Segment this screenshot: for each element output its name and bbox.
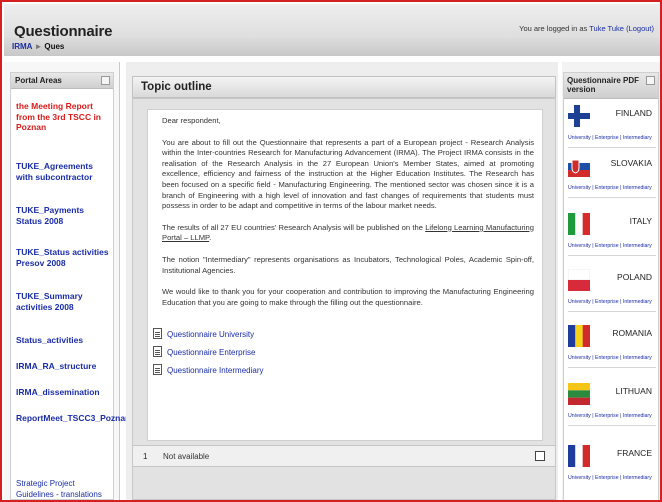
section-toggle-checkbox[interactable] bbox=[535, 451, 545, 461]
page-frame: Questionnaire You are logged in as Tuke … bbox=[0, 0, 662, 502]
portal-item-status-presov[interactable]: TUKE_Status activities Presov 2008 bbox=[16, 247, 112, 268]
country-romania: ROMANIA University | Enterprise | Interm… bbox=[568, 325, 656, 371]
questionnaire-label: Questionnaire Enterprise bbox=[167, 347, 256, 357]
pdf-links[interactable]: University | Enterprise | Intermediary bbox=[568, 243, 652, 249]
section-0: Dear respondent, You are about to fill o… bbox=[147, 109, 543, 441]
lithuania-flag-icon bbox=[568, 383, 590, 405]
breadcrumb-separator: ► bbox=[34, 42, 43, 51]
results-prefix: The results of all 27 EU countries' Rese… bbox=[162, 222, 426, 232]
login-prefix: You are logged in as bbox=[519, 24, 588, 33]
portal-item-payments[interactable]: TUKE_Payments Status 2008 bbox=[16, 205, 112, 226]
pdf-links[interactable]: University | Enterprise | Intermediary bbox=[568, 185, 652, 191]
pdf-links[interactable]: University | Enterprise | Intermediary bbox=[568, 413, 652, 419]
user-link[interactable]: Tuke Tuke bbox=[589, 24, 624, 33]
portal-item-status-activities[interactable]: Status_activities bbox=[16, 335, 112, 346]
divider bbox=[568, 311, 656, 312]
main-column: Topic outline Dear respondent, You are a… bbox=[126, 62, 558, 500]
logout-link[interactable]: (Logout) bbox=[626, 24, 654, 33]
results-suffix: . bbox=[209, 233, 212, 243]
poland-flag-icon bbox=[568, 269, 590, 291]
france-flag-icon bbox=[568, 445, 590, 467]
country-name: FRANCE bbox=[617, 448, 652, 458]
left-column: Portal Areas the Meeting Report from the… bbox=[4, 62, 130, 500]
country-italy: ITALY University | Enterprise | Intermed… bbox=[568, 213, 656, 259]
greeting-text: Dear respondent, bbox=[162, 116, 221, 125]
portal-areas-heading: Portal Areas bbox=[11, 73, 113, 89]
country-name: ITALY bbox=[629, 216, 652, 226]
section-number: 1 bbox=[143, 452, 148, 461]
portal-item-meeting-report[interactable]: the Meeting Report from the 3rd TSCC in … bbox=[16, 101, 112, 133]
document-icon bbox=[153, 364, 162, 375]
pdf-version-heading: Questionnaire PDF version bbox=[564, 73, 658, 99]
pdf-links[interactable]: University | Enterprise | Intermediary bbox=[568, 135, 652, 141]
topic-outline: Dear respondent, You are about to fill o… bbox=[132, 98, 556, 500]
results-paragraph: The results of all 27 EU countries' Rese… bbox=[162, 223, 534, 244]
pdf-links[interactable]: University | Enterprise | Intermediary bbox=[568, 355, 652, 361]
country-lithuania: LITHUAN University | Enterprise | Interm… bbox=[568, 383, 656, 429]
hide-block-button[interactable] bbox=[646, 76, 655, 85]
login-info: You are logged in as Tuke Tuke (Logout) bbox=[519, 24, 654, 33]
intro-paragraph: You are about to fill out the Questionna… bbox=[162, 137, 534, 211]
country-name: SLOVAKIA bbox=[610, 158, 652, 168]
country-slovakia: SLOVAKIA University | Enterprise | Inter… bbox=[568, 155, 656, 201]
portal-item-dissemination[interactable]: IRMA_dissemination bbox=[16, 387, 112, 398]
country-name: FINLAND bbox=[615, 108, 652, 118]
document-icon bbox=[153, 346, 162, 357]
slovakia-flag-icon bbox=[568, 155, 590, 177]
questionnaire-label: Questionnaire Intermediary bbox=[167, 365, 264, 375]
portal-areas-block: Portal Areas the Meeting Report from the… bbox=[10, 72, 130, 500]
divider bbox=[568, 367, 656, 368]
divider bbox=[568, 425, 656, 426]
pdf-links[interactable]: University | Enterprise | Intermediary bbox=[568, 299, 652, 305]
right-column: Questionnaire PDF version FINLAND Univer… bbox=[562, 62, 660, 500]
hide-block-button[interactable] bbox=[101, 76, 110, 85]
pdf-version-title: Questionnaire PDF version bbox=[567, 76, 640, 94]
breadcrumb-root-link[interactable]: IRMA bbox=[12, 42, 32, 51]
pdf-version-block: Questionnaire PDF version FINLAND Univer… bbox=[563, 72, 659, 500]
country-france: FRANCE University | Enterprise | Interme… bbox=[568, 445, 656, 491]
country-finland: FINLAND University | Enterprise | Interm… bbox=[568, 105, 656, 151]
section-1: 1 Not available bbox=[133, 445, 555, 467]
portal-item-agreements[interactable]: TUKE_Agreements with subcontractor bbox=[16, 161, 112, 182]
country-poland: POLAND University | Enterprise | Interme… bbox=[568, 269, 656, 315]
country-name: POLAND bbox=[617, 272, 652, 282]
breadcrumb-current: Ques bbox=[44, 42, 65, 51]
divider bbox=[568, 255, 656, 256]
portal-item-ra-structure[interactable]: IRMA_RA_structure bbox=[16, 361, 112, 372]
portal-areas-title: Portal Areas bbox=[15, 76, 62, 85]
country-name: ROMANIA bbox=[612, 328, 652, 338]
divider bbox=[568, 197, 656, 198]
romania-flag-icon bbox=[568, 325, 590, 347]
pdf-links[interactable]: University | Enterprise | Intermediary bbox=[568, 475, 652, 481]
navbar: IRMA ► Ques bbox=[4, 38, 660, 56]
questionnaire-list: Questionnaire University Questionnaire E… bbox=[153, 325, 264, 379]
breadcrumb: IRMA ► Ques bbox=[12, 42, 64, 51]
questionnaire-enterprise-link[interactable]: Questionnaire Enterprise bbox=[153, 343, 264, 361]
section-2 bbox=[133, 471, 555, 499]
questionnaire-intermediary-link[interactable]: Questionnaire Intermediary bbox=[153, 361, 264, 379]
topic-outline-heading: Topic outline bbox=[132, 76, 556, 98]
portal-item-guidelines[interactable]: Strategic Project Guidelines - translati… bbox=[16, 479, 112, 500]
document-icon bbox=[153, 328, 162, 339]
country-name: LITHUAN bbox=[615, 386, 652, 396]
divider bbox=[568, 147, 656, 148]
section-summary: Not available bbox=[163, 452, 210, 461]
questionnaire-university-link[interactable]: Questionnaire University bbox=[153, 325, 264, 343]
finland-flag-icon bbox=[568, 105, 590, 127]
italy-flag-icon bbox=[568, 213, 590, 235]
thanks-paragraph: We would like to thank you for your coop… bbox=[162, 287, 534, 307]
portal-item-reportmeet[interactable]: ReportMeet_TSCC3_Poznan bbox=[16, 413, 130, 424]
intermediary-paragraph: The notion "Intermediary" represents org… bbox=[162, 254, 534, 275]
portal-item-summary[interactable]: TUKE_Summary activities 2008 bbox=[16, 291, 112, 312]
questionnaire-label: Questionnaire University bbox=[167, 329, 255, 339]
